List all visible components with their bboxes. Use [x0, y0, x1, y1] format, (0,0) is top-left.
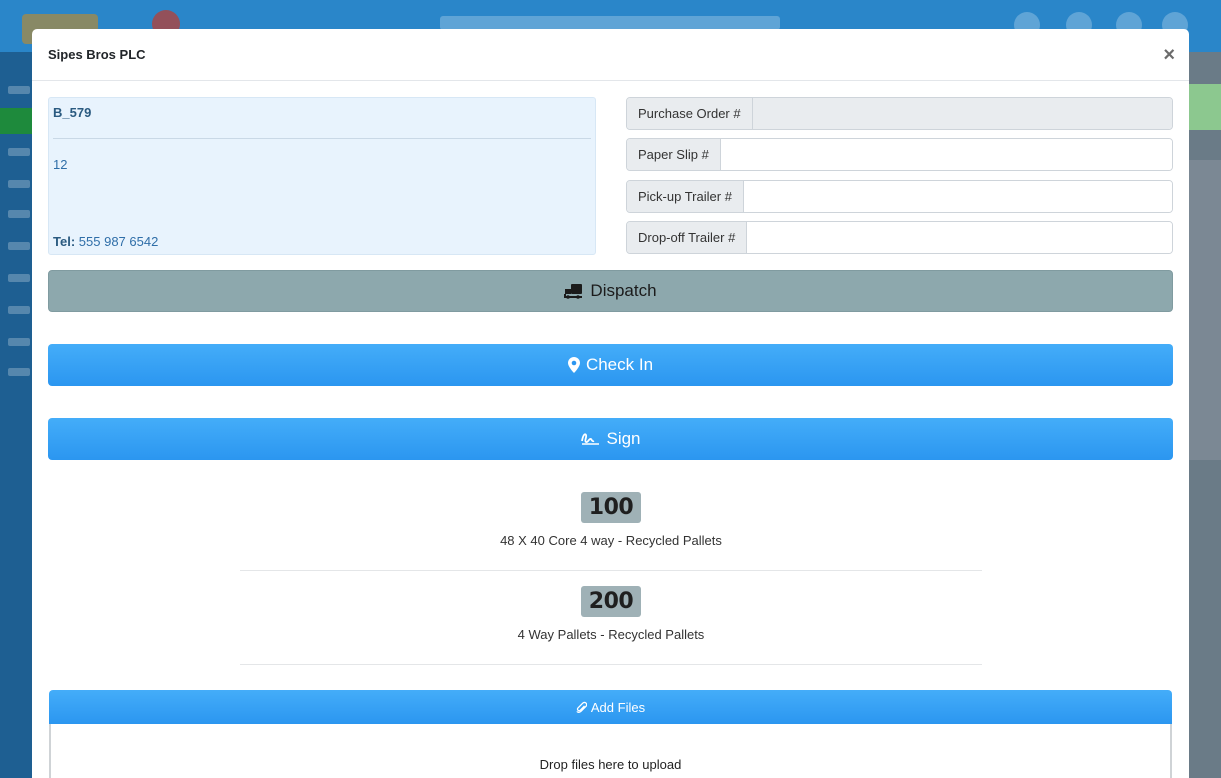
app-sidebar-item [8, 368, 30, 376]
paper-slip-input[interactable] [720, 139, 1172, 170]
check-in-label: Check In [585, 355, 654, 374]
dropzone-text: Drop files here to upload [539, 757, 682, 772]
item-description: 48 X 40 Core 4 way - Recycled Pallets [500, 533, 722, 548]
modal-header: Sipes Bros PLC × [32, 29, 1189, 81]
item-divider [240, 664, 982, 665]
add-files-button[interactable]: Add Files [49, 690, 1172, 724]
map-marker-icon [567, 357, 580, 373]
purchase-order-label: Purchase Order # [627, 98, 753, 129]
app-sidebar-item [8, 148, 30, 156]
app-right-panel [1189, 160, 1221, 460]
app-sidebar-item [8, 210, 30, 218]
app-sidebar-item [8, 180, 30, 188]
customer-phone: Tel: 555 987 6542 [53, 234, 158, 249]
dropoff-trailer-input[interactable] [747, 222, 1172, 253]
dispatch-button[interactable]: Dispatch [48, 270, 1173, 312]
purchase-order-field: Purchase Order # [626, 97, 1173, 130]
dropoff-trailer-label: Drop-off Trailer # [627, 222, 748, 253]
dispatch-label: Dispatch [590, 281, 657, 300]
app-sidebar-item [8, 242, 30, 250]
signature-icon [580, 432, 600, 446]
dispatch-modal: Sipes Bros PLC × B_579 12 Tel: 555 987 6… [32, 29, 1189, 778]
sign-label: Sign [606, 429, 641, 448]
phone-value: 555 987 6542 [78, 234, 159, 249]
customer-info-box: B_579 12 Tel: 555 987 6542 [48, 97, 596, 255]
quantity-badge: 200 [580, 586, 642, 617]
app-sidebar [0, 52, 32, 778]
truck-loading-icon [564, 283, 584, 299]
app-sidebar-item [8, 306, 30, 314]
sign-button[interactable]: Sign [48, 418, 1173, 460]
check-in-button[interactable]: Check In [48, 344, 1173, 386]
item-description: 4 Way Pallets - Recycled Pallets [517, 627, 705, 642]
item-row: 200 4 Way Pallets - Recycled Pallets [240, 586, 982, 642]
pickup-trailer-label: Pick-up Trailer # [627, 181, 744, 212]
item-divider [240, 570, 982, 571]
customer-code: B_579 [53, 105, 92, 120]
app-sidebar-active-item [0, 108, 32, 134]
app-sidebar-item [8, 86, 30, 94]
modal-title: Sipes Bros PLC [48, 47, 146, 62]
pickup-trailer-field: Pick-up Trailer # [626, 180, 1173, 213]
paper-slip-label: Paper Slip # [627, 139, 721, 170]
info-divider [53, 138, 591, 139]
paper-slip-field: Paper Slip # [626, 138, 1173, 171]
phone-label: Tel: [53, 234, 76, 249]
item-row: 100 48 X 40 Core 4 way - Recycled Pallet… [240, 492, 982, 548]
customer-number: 12 [53, 157, 68, 172]
close-icon[interactable]: × [1163, 45, 1175, 65]
pickup-trailer-input[interactable] [743, 181, 1172, 212]
app-sidebar-item [8, 338, 30, 346]
app-title-placeholder [440, 16, 780, 30]
app-right-alert [1189, 84, 1221, 130]
file-dropzone[interactable]: Drop files here to upload [49, 724, 1172, 778]
app-sidebar-item [8, 274, 30, 282]
quantity-badge: 100 [580, 492, 642, 523]
purchase-order-input[interactable] [752, 98, 1172, 129]
dropoff-trailer-field: Drop-off Trailer # [626, 221, 1173, 254]
paperclip-icon [576, 701, 587, 714]
add-files-label: Add Files [590, 699, 646, 715]
